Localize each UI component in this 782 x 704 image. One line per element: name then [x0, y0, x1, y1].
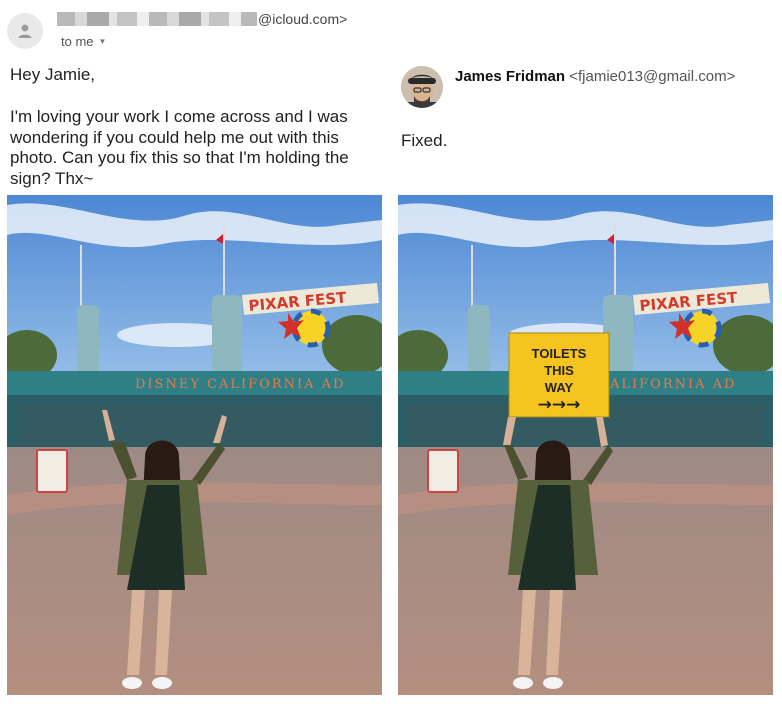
email-body: I'm loving your work I come across and I…	[10, 107, 349, 188]
sign-arrows: →→→	[538, 395, 581, 415]
entrance-sign: DISNEY CALIFORNIA AD	[135, 377, 345, 392]
reply-avatar[interactable]	[401, 66, 443, 108]
original-photo: PIXAR FEST DISNEY CALIFORNIA AD	[7, 195, 382, 695]
sign-line-3: WAY	[545, 380, 574, 395]
recipient-label: to me	[61, 34, 94, 49]
caret-down-icon: ▼	[98, 37, 107, 46]
reply-body: Fixed.	[401, 131, 448, 150]
recipient-dropdown[interactable]: to me ▼	[61, 34, 106, 49]
reply-sender: James Fridman <fjamie013@gmail.com>	[455, 68, 735, 85]
email-greeting: Hey Jamie,	[10, 65, 96, 84]
reply-sender-name: James Fridman	[455, 68, 566, 85]
edited-photo: PIXAR FEST DISNEY CALIFORNIA AD TOILETS …	[398, 195, 773, 695]
sign-line-1: TOILETS	[532, 346, 587, 361]
sender-avatar[interactable]	[7, 13, 43, 49]
profile-photo-icon	[401, 66, 443, 108]
redacted-sender-name	[57, 12, 257, 26]
person-icon	[18, 24, 32, 38]
reply-sender-email: <fjamie013@gmail.com>	[569, 68, 736, 85]
toilets-sign: TOILETS THIS WAY →→→	[508, 332, 610, 418]
sign-line-2: THIS	[544, 363, 574, 378]
sender-email-domain: @icloud.com>	[258, 11, 348, 27]
